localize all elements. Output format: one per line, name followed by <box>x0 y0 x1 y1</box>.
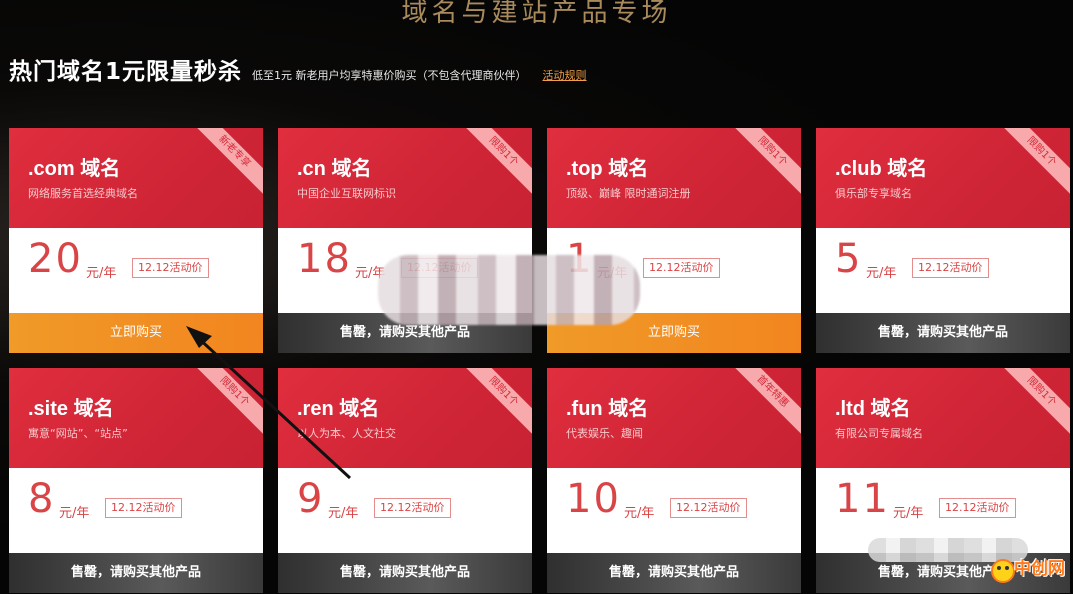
corner-ribbon: 限购1个 <box>462 368 532 438</box>
ribbon-label: 限购1个 <box>462 128 532 198</box>
sold-out-button[interactable]: 售罄，请购买其他产品 <box>547 553 801 593</box>
price-unit: 元/年 <box>866 266 897 281</box>
card-title: .cn 域名 <box>297 158 372 180</box>
ribbon-label: 限购1个 <box>1000 128 1070 198</box>
card-header: .ren 域名 以人为本、人文社交 限购1个 <box>278 368 532 468</box>
corner-ribbon: 首年特惠 <box>731 368 801 438</box>
ribbon-label: 限购1个 <box>462 368 532 438</box>
card-header: .top 域名 顶级、巅峰 限时通词注册 限购1个 <box>547 128 801 228</box>
card-title: .com 域名 <box>28 158 121 180</box>
promo-tag: 12.12活动价 <box>670 498 747 518</box>
sold-out-button[interactable]: 售罄，请购买其他产品 <box>9 553 263 593</box>
price-value: 11 <box>835 476 890 522</box>
promo-tag: 12.12活动价 <box>643 258 720 278</box>
card-header: .fun 域名 代表娱乐、趣闻 首年特惠 <box>547 368 801 468</box>
promo-tag: 12.12活动价 <box>105 498 182 518</box>
domain-card: .fun 域名 代表娱乐、趣闻 首年特惠 10 元/年 12.12活动价 售罄，… <box>547 368 801 593</box>
sold-out-button[interactable]: 售罄，请购买其他产品 <box>278 553 532 593</box>
card-title: .site 域名 <box>28 398 114 420</box>
watermark-text: 中创网 <box>1014 559 1065 579</box>
ribbon-label: 新老专享 <box>193 128 263 198</box>
domain-card: .site 域名 寓意“网站”、“站点” 限购1个 8 元/年 12.12活动价… <box>9 368 263 593</box>
card-description: 网络服务首选经典域名 <box>28 187 138 200</box>
price-unit: 元/年 <box>893 506 924 521</box>
header-subtitle: 低至1元 新老用户均享特惠价购买（不包含代理商伙伴） <box>252 69 527 82</box>
card-header: .cn 域名 中国企业互联网标识 限购1个 <box>278 128 532 228</box>
corner-ribbon: 限购1个 <box>1000 128 1070 198</box>
domain-card: .ren 域名 以人为本、人文社交 限购1个 9 元/年 12.12活动价 售罄… <box>278 368 532 593</box>
card-description: 代表娱乐、趣闻 <box>566 427 643 440</box>
price-unit: 元/年 <box>624 506 655 521</box>
ribbon-label: 限购1个 <box>1000 368 1070 438</box>
header-row: 热门域名1元限量秒杀 低至1元 新老用户均享特惠价购买（不包含代理商伙伴） 活动… <box>9 52 587 86</box>
card-description: 有限公司专属域名 <box>835 427 923 440</box>
card-description: 中国企业互联网标识 <box>297 187 396 200</box>
card-description: 以人为本、人文社交 <box>297 427 396 440</box>
ribbon-label: 限购1个 <box>193 368 263 438</box>
price-value: 10 <box>566 476 621 522</box>
header-title: 热门域名1元限量秒杀 <box>9 59 243 85</box>
price-value: 9 <box>297 476 325 522</box>
promo-tag: 12.12活动价 <box>912 258 989 278</box>
section-title: 域名与建站产品专场 <box>401 0 672 28</box>
card-header: .com 域名 网络服务首选经典域名 新老专享 <box>9 128 263 228</box>
corner-ribbon: 限购1个 <box>462 128 532 198</box>
domain-card: .club 域名 俱乐部专享域名 限购1个 5 元/年 12.12活动价 售罄，… <box>816 128 1070 353</box>
card-header: .ltd 域名 有限公司专属域名 限购1个 <box>816 368 1070 468</box>
ribbon-label: 首年特惠 <box>731 368 801 438</box>
card-title: .fun 域名 <box>566 398 649 420</box>
price-value: 20 <box>28 236 83 282</box>
watermark-logo: 中创网 <box>990 552 1070 590</box>
card-title: .top 域名 <box>566 158 649 180</box>
price-unit: 元/年 <box>328 506 359 521</box>
card-title: .ren 域名 <box>297 398 380 420</box>
mosaic-blur <box>378 255 640 325</box>
corner-ribbon: 限购1个 <box>1000 368 1070 438</box>
ribbon-label: 限购1个 <box>731 128 801 198</box>
price-unit: 元/年 <box>86 266 117 281</box>
card-description: 顶级、巅峰 限时通词注册 <box>566 187 691 200</box>
corner-ribbon: 新老专享 <box>193 128 263 198</box>
price-value: 18 <box>297 236 352 282</box>
card-header: .site 域名 寓意“网站”、“站点” 限购1个 <box>9 368 263 468</box>
price-value: 5 <box>835 236 863 282</box>
promo-tag: 12.12活动价 <box>132 258 209 278</box>
card-description: 俱乐部专享域名 <box>835 187 912 200</box>
activity-rules-link[interactable]: 活动规则 <box>543 67 587 83</box>
card-title: .ltd 域名 <box>835 398 911 420</box>
promo-tag: 12.12活动价 <box>374 498 451 518</box>
promo-tag: 12.12活动价 <box>939 498 1016 518</box>
corner-ribbon: 限购1个 <box>193 368 263 438</box>
sold-out-button[interactable]: 售罄，请购买其他产品 <box>816 313 1070 353</box>
domain-card: .com 域名 网络服务首选经典域名 新老专享 20 元/年 12.12活动价 … <box>9 128 263 353</box>
card-header: .club 域名 俱乐部专享域名 限购1个 <box>816 128 1070 228</box>
buy-now-button[interactable]: 立即购买 <box>9 313 263 353</box>
card-title: .club 域名 <box>835 158 928 180</box>
corner-ribbon: 限购1个 <box>731 128 801 198</box>
card-description: 寓意“网站”、“站点” <box>28 427 128 440</box>
price-unit: 元/年 <box>59 506 90 521</box>
price-value: 8 <box>28 476 56 522</box>
promo-page: 域名与建站产品专场 热门域名1元限量秒杀 低至1元 新老用户均享特惠价购买（不包… <box>0 0 1073 594</box>
